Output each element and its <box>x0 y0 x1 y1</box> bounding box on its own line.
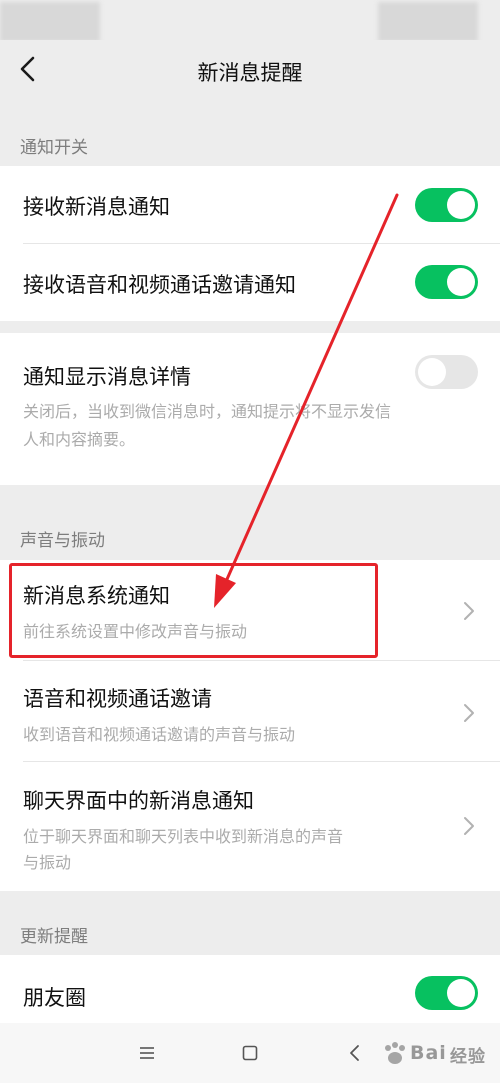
row-desc-line2: 与振动 <box>23 853 72 872</box>
status-bar-right-blur <box>378 2 478 42</box>
row-show-message-detail[interactable]: 通知显示消息详情 关闭后，当收到微信消息时，通知提示将不显示发信 人和内容摘要。 <box>0 333 500 485</box>
status-bar-left-blur <box>0 2 100 42</box>
group-notify-switch: 接收新消息通知 接收语音和视频通话邀请通知 <box>0 166 500 321</box>
home-square-icon[interactable] <box>242 1045 258 1061</box>
baidu-jingyan-watermark: Bai 经验 <box>382 1034 494 1074</box>
row-desc: 收到语音和视频通话邀请的声音与振动 <box>23 725 296 744</box>
section-label: 声音与振动 <box>20 531 105 551</box>
toggle-knob <box>447 979 475 1007</box>
section-header-notify-switch: 通知开关 <box>0 133 500 163</box>
group-detail: 通知显示消息详情 关闭后，当收到微信消息时，通知提示将不显示发信 人和内容摘要。 <box>0 333 500 485</box>
toggle-receive-new-message[interactable] <box>415 188 478 222</box>
chevron-right-icon <box>464 704 474 722</box>
chevron-right-icon <box>464 817 474 835</box>
toggle-knob <box>418 358 446 386</box>
row-call-invite-sound[interactable]: 语音和视频通话邀请 收到语音和视频通话邀请的声音与振动 <box>0 661 500 761</box>
row-title: 接收语音和视频通话邀请通知 <box>23 273 296 297</box>
toggle-knob <box>447 268 475 296</box>
section-header-sound: 声音与振动 <box>0 526 500 556</box>
toggle-receive-call-invite[interactable] <box>415 265 478 299</box>
row-receive-new-message[interactable]: 接收新消息通知 <box>0 166 500 243</box>
nav-header: 新消息提醒 <box>0 40 500 100</box>
annotation-highlight-box <box>9 563 378 658</box>
row-receive-call-invite[interactable]: 接收语音和视频通话邀请通知 <box>0 244 500 321</box>
row-title: 朋友圈 <box>23 986 86 1010</box>
row-title: 语音和视频通话邀请 <box>23 687 212 711</box>
back-triangle-icon[interactable] <box>348 1044 362 1062</box>
watermark-text-2: 经验 <box>450 1047 486 1067</box>
row-desc-line2: 人和内容摘要。 <box>23 430 136 449</box>
page-title: 新消息提醒 <box>197 61 303 85</box>
toggle-show-message-detail[interactable] <box>415 355 478 389</box>
row-desc-line1: 位于聊天界面和聊天列表中收到新消息的声音 <box>23 827 344 846</box>
row-title: 聊天界面中的新消息通知 <box>23 789 254 813</box>
paw-logo-icon <box>385 1042 405 1064</box>
section-label: 通知开关 <box>20 138 88 158</box>
menu-icon[interactable] <box>138 1045 156 1061</box>
group-update: 朋友圈 <box>0 955 500 1023</box>
toggle-knob <box>447 191 475 219</box>
row-title: 接收新消息通知 <box>23 195 170 219</box>
row-title: 通知显示消息详情 <box>23 365 191 389</box>
section-label: 更新提醒 <box>20 927 88 947</box>
row-chat-new-message[interactable]: 聊天界面中的新消息通知 位于聊天界面和聊天列表中收到新消息的声音 与振动 <box>0 762 500 891</box>
row-moments[interactable]: 朋友圈 <box>0 955 500 1023</box>
watermark-text: Bai <box>410 1042 447 1064</box>
section-header-update: 更新提醒 <box>0 922 500 952</box>
toggle-moments[interactable] <box>415 976 478 1010</box>
chevron-right-icon <box>464 602 474 620</box>
row-desc-line1: 关闭后，当收到微信消息时，通知提示将不显示发信 <box>23 402 392 421</box>
